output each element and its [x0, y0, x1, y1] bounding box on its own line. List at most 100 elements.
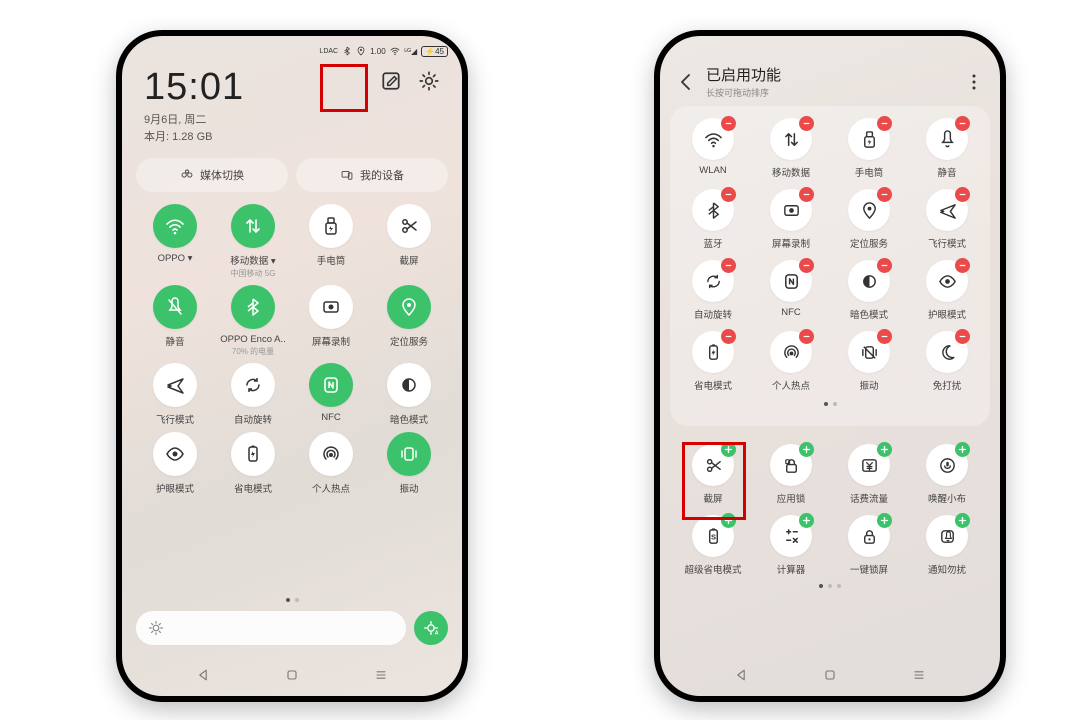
enabled-tile[interactable]: WLAN [677, 118, 749, 179]
nav-back[interactable] [733, 667, 749, 683]
tile-label: 静音 [937, 165, 956, 179]
qs-tile[interactable]: NFC [293, 363, 369, 426]
qs-tile[interactable]: 手电筒 [293, 204, 369, 279]
add-badge[interactable] [721, 513, 736, 528]
remove-badge[interactable] [799, 258, 814, 273]
qs-tile[interactable]: 护眼模式 [137, 432, 213, 495]
tile-label: 唤醒小布 [928, 491, 966, 505]
disabled-tile[interactable]: 通知勿扰 [911, 515, 983, 576]
disabled-tile[interactable]: 截屏 [677, 444, 749, 505]
tile-label: 应用锁 [777, 491, 806, 505]
page-title: 已启用功能 [706, 64, 781, 85]
remove-badge[interactable] [955, 258, 970, 273]
remove-badge[interactable] [877, 258, 892, 273]
enabled-tile[interactable]: 护眼模式 [911, 260, 983, 321]
sun-icon [148, 620, 164, 636]
tile-label: 护眼模式 [928, 307, 966, 321]
enabled-tile[interactable]: 静音 [911, 118, 983, 179]
remove-badge[interactable] [721, 116, 736, 131]
qs-tile[interactable]: 定位服务 [371, 285, 447, 357]
tile-label: 计算器 [777, 562, 806, 576]
remove-badge[interactable] [877, 116, 892, 131]
remove-badge[interactable] [955, 187, 970, 202]
disabled-tile[interactable]: 应用锁 [755, 444, 827, 505]
add-badge[interactable] [955, 442, 970, 457]
remove-badge[interactable] [799, 116, 814, 131]
qs-tile[interactable]: 振动 [371, 432, 447, 495]
enabled-tile[interactable]: NFC [755, 260, 827, 321]
edit-button[interactable] [380, 70, 402, 92]
remove-badge[interactable] [799, 329, 814, 344]
enabled-tile[interactable]: 暗色模式 [833, 260, 905, 321]
enabled-tile[interactable]: 自动旋转 [677, 260, 749, 321]
tile-label: WLAN [699, 165, 726, 176]
enabled-tile[interactable]: 振动 [833, 331, 905, 392]
nav-home[interactable] [822, 667, 838, 683]
remove-badge[interactable] [955, 329, 970, 344]
qs-tile[interactable]: 自动旋转 [215, 363, 291, 426]
auto-brightness-button[interactable] [414, 611, 448, 645]
settings-button[interactable] [418, 70, 440, 92]
disabled-tile[interactable]: 超级省电模式 [677, 515, 749, 576]
qs-tile[interactable]: 省电模式 [215, 432, 291, 495]
brightness-slider[interactable] [136, 611, 406, 645]
tile-label: 手电筒 [855, 165, 884, 179]
enabled-tile[interactable]: 手电筒 [833, 118, 905, 179]
eye-icon [926, 260, 968, 302]
remove-badge[interactable] [877, 187, 892, 202]
qs-tile[interactable]: 屏幕录制 [293, 285, 369, 357]
remove-badge[interactable] [721, 187, 736, 202]
qs-tile[interactable]: 个人热点 [293, 432, 369, 495]
remove-badge[interactable] [799, 187, 814, 202]
qs-tile[interactable]: OPPO Enco A.. 70% 的电量 [215, 285, 291, 357]
loc-icon [848, 189, 890, 231]
remove-badge[interactable] [721, 329, 736, 344]
nav-recent[interactable] [911, 667, 927, 683]
add-badge[interactable] [721, 442, 736, 457]
media-switch-pill[interactable]: 媒体切换 [136, 158, 288, 192]
add-badge[interactable] [877, 442, 892, 457]
add-badge[interactable] [955, 513, 970, 528]
enabled-tile[interactable]: 省电模式 [677, 331, 749, 392]
auto-sun-icon [422, 619, 440, 637]
nav-recent[interactable] [373, 667, 389, 683]
plane-icon [153, 363, 197, 407]
nav-bar [122, 660, 462, 690]
remove-badge[interactable] [877, 329, 892, 344]
add-badge[interactable] [799, 442, 814, 457]
qs-label: 屏幕录制 [312, 334, 350, 348]
qs-label: 静音 [165, 334, 184, 348]
qs-tile[interactable]: 暗色模式 [371, 363, 447, 426]
add-badge[interactable] [877, 513, 892, 528]
remove-badge[interactable] [721, 258, 736, 273]
remove-badge[interactable] [955, 116, 970, 131]
add-badge[interactable] [799, 513, 814, 528]
my-devices-pill[interactable]: 我的设备 [296, 158, 448, 192]
qs-label: OPPO ▾ [158, 253, 193, 264]
enabled-tile[interactable]: 蓝牙 [677, 189, 749, 250]
scissors-icon [387, 204, 431, 248]
enabled-tile[interactable]: 定位服务 [833, 189, 905, 250]
battery-icon [692, 331, 734, 373]
bt-status-icon [342, 46, 352, 56]
brightness-row [136, 610, 448, 646]
enabled-tile[interactable]: 个人热点 [755, 331, 827, 392]
qs-tile[interactable]: 静音 [137, 285, 213, 357]
disabled-tile[interactable]: 一键锁屏 [833, 515, 905, 576]
disabled-tile[interactable]: 话费流量 [833, 444, 905, 505]
nav-home[interactable] [284, 667, 300, 683]
more-button[interactable] [964, 72, 984, 92]
qs-tile[interactable]: OPPO ▾ [137, 204, 213, 279]
enabled-tile[interactable]: 屏幕录制 [755, 189, 827, 250]
qs-tile[interactable]: 截屏 [371, 204, 447, 279]
disabled-tile[interactable]: 唤醒小布 [911, 444, 983, 505]
enabled-tile[interactable]: 免打扰 [911, 331, 983, 392]
qs-tile[interactable]: 移动数据 ▾ 中国移动 5G [215, 204, 291, 279]
enabled-tile[interactable]: 移动数据 [755, 118, 827, 179]
nav-back[interactable] [195, 667, 211, 683]
disabled-tile[interactable]: 计算器 [755, 515, 827, 576]
enabled-tile[interactable]: 飞行模式 [911, 189, 983, 250]
qs-tile[interactable]: 飞行模式 [137, 363, 213, 426]
hotspot-icon [309, 432, 353, 476]
back-button[interactable] [676, 72, 696, 92]
